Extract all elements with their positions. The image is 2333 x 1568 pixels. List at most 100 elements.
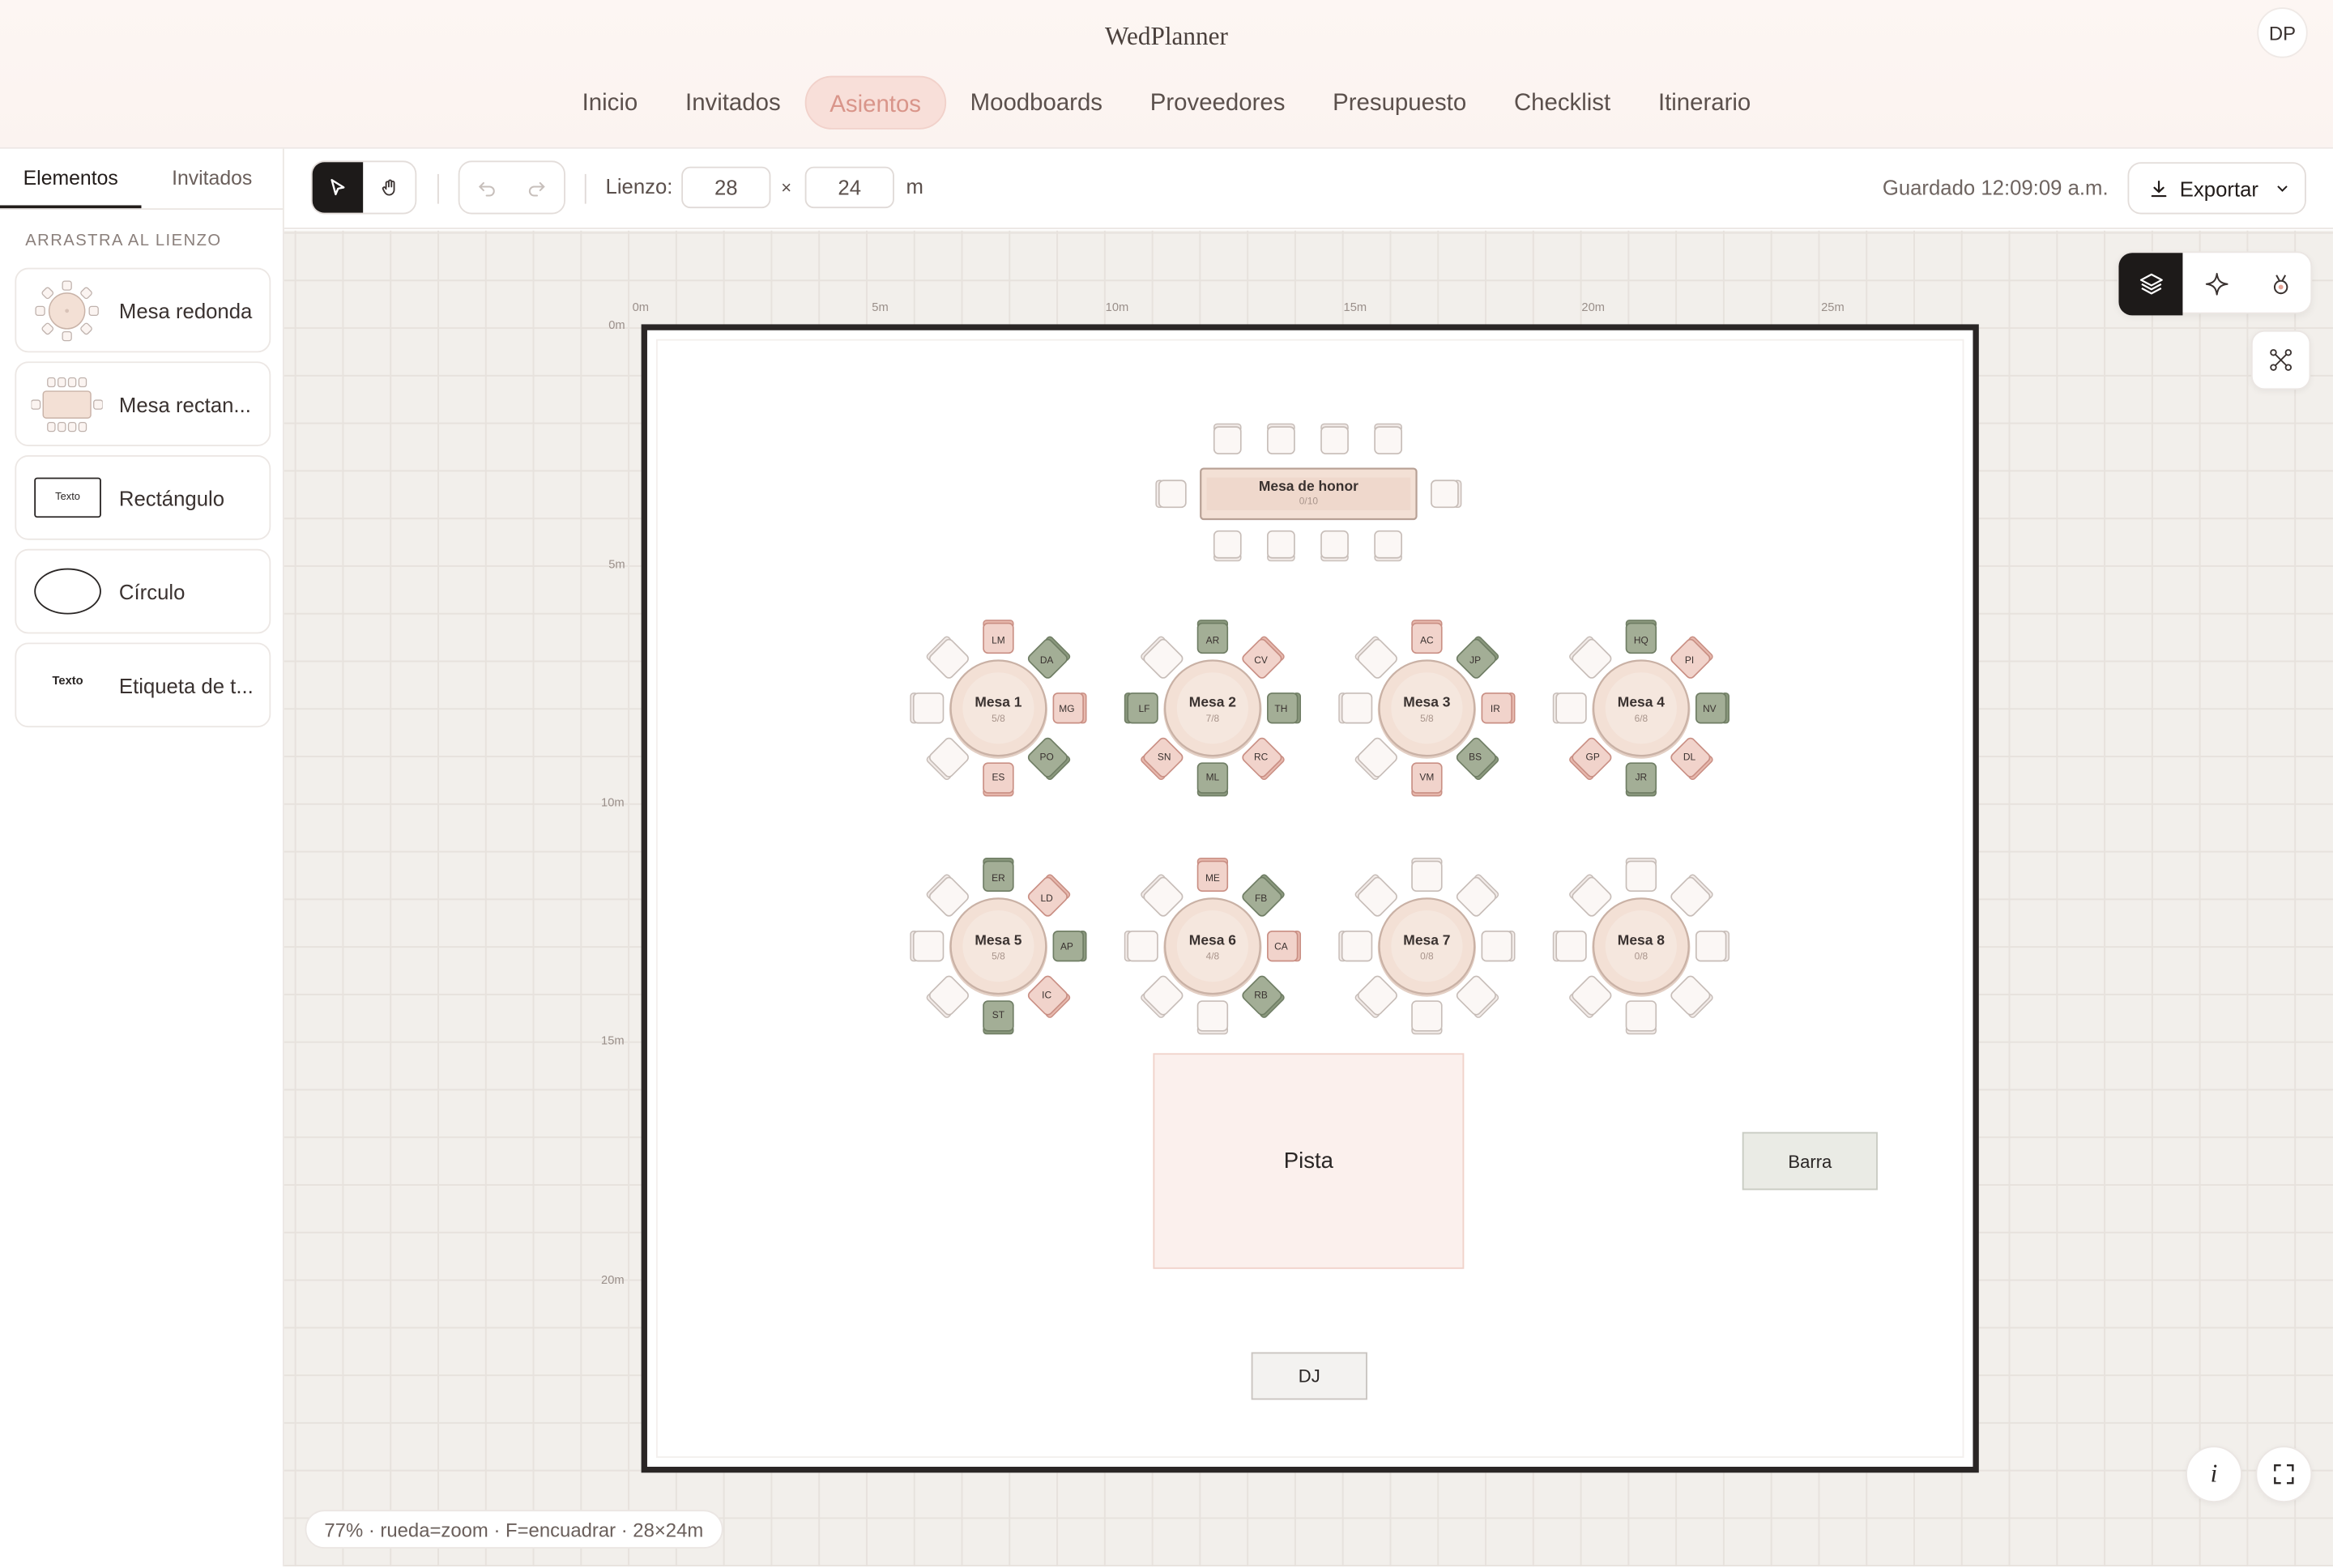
round-table[interactable]: Mesa 7 0/8	[1338, 858, 1516, 1035]
guest-initials: PI	[1685, 654, 1694, 666]
round-table[interactable]: ER LD AP IC ST Mesa 5 5/8	[910, 858, 1087, 1035]
element-text-label[interactable]: Texto Etiqueta de t...	[15, 642, 271, 728]
table-name: Mesa 2	[1189, 693, 1236, 709]
unit-label: m	[906, 173, 923, 198]
seat[interactable]	[1625, 1000, 1657, 1035]
brand-logo[interactable]: WedPlanner	[0, 23, 2333, 53]
seat[interactable]	[1338, 692, 1373, 724]
undo-button[interactable]	[461, 162, 511, 212]
seat[interactable]	[1625, 858, 1657, 893]
seat[interactable]	[1411, 858, 1443, 893]
seat[interactable]	[1267, 530, 1295, 562]
guest-initials: NV	[1703, 703, 1717, 714]
head-table[interactable]: Mesa de honor 0/10	[1155, 423, 1462, 562]
layers-button[interactable]	[2118, 253, 2183, 316]
seat[interactable]	[1354, 874, 1399, 918]
seat[interactable]	[1155, 479, 1187, 509]
round-table-icon	[35, 280, 99, 342]
seat-cushion	[928, 638, 969, 679]
seat[interactable]	[1411, 1000, 1443, 1035]
dance-floor[interactable]: Pista	[1153, 1053, 1465, 1269]
tab-invitados[interactable]: Invitados	[141, 149, 282, 208]
tab-elementos[interactable]: Elementos	[0, 149, 142, 209]
round-table[interactable]: Mesa 8 0/8	[1552, 858, 1729, 1035]
round-table[interactable]: ME FB CA RB Mesa 6 4/8	[1124, 858, 1302, 1035]
seat[interactable]	[1267, 423, 1295, 455]
seat[interactable]	[1431, 479, 1462, 509]
nav-itinerario[interactable]: Itinerario	[1635, 76, 1775, 130]
fullscreen-button[interactable]	[2255, 1446, 2313, 1503]
element-rectangle[interactable]: Texto Rectángulo	[15, 455, 271, 540]
seat-assign-button[interactable]	[2248, 253, 2312, 315]
seat[interactable]	[1455, 874, 1499, 918]
nav-moodboards[interactable]: Moodboards	[946, 76, 1126, 130]
hand-icon	[382, 179, 395, 196]
seat[interactable]	[1552, 930, 1587, 962]
table-name: Mesa 4	[1618, 693, 1665, 709]
element-circle[interactable]: Círculo	[15, 548, 271, 634]
seat[interactable]	[910, 692, 945, 724]
seat[interactable]	[1568, 874, 1613, 918]
bar-area[interactable]: Barra	[1742, 1131, 1878, 1191]
round-table[interactable]: HQ PI NV DL JR GP Mesa 4 6/8	[1552, 620, 1729, 797]
seat[interactable]	[1568, 636, 1613, 680]
guest-initials: AP	[1060, 941, 1073, 952]
dj-booth[interactable]: DJ	[1251, 1352, 1367, 1400]
seat[interactable]	[1374, 530, 1402, 562]
export-button[interactable]: Exportar	[2127, 162, 2306, 215]
select-tool-button[interactable]	[312, 162, 364, 213]
pan-tool-button[interactable]	[365, 162, 415, 212]
seat[interactable]	[1124, 930, 1158, 962]
seat[interactable]	[1213, 530, 1242, 562]
nav-checklist[interactable]: Checklist	[1491, 76, 1635, 130]
table-count: 4/8	[1206, 951, 1220, 962]
seat[interactable]	[1338, 930, 1373, 962]
nav-invitados[interactable]: Invitados	[662, 76, 804, 130]
canvas-height-input[interactable]: 24	[804, 166, 894, 209]
seat-cushion	[1481, 930, 1512, 962]
nav-proveedores[interactable]: Proveedores	[1126, 76, 1308, 130]
ai-assist-button[interactable]	[2184, 253, 2248, 315]
seat[interactable]	[1354, 636, 1399, 680]
seat[interactable]	[1196, 1000, 1229, 1035]
element-rect-table[interactable]: Mesa rectan...	[15, 361, 271, 447]
seat-cushion	[1341, 930, 1373, 962]
round-table[interactable]: AR CV TH RC ML SN LF Mesa 2 7/8	[1124, 620, 1302, 797]
round-table[interactable]: LM DA MG PO ES Mesa 1 5/8	[910, 620, 1087, 797]
seat[interactable]	[1213, 423, 1242, 455]
seat[interactable]	[1140, 874, 1184, 918]
auto-arrange-button[interactable]	[2250, 330, 2311, 390]
seat-cushion	[1374, 426, 1402, 455]
seat-cushion	[928, 876, 969, 917]
guest-initials: PO	[1040, 752, 1054, 763]
seating-canvas[interactable]: 0m 5m 10m 15m 20m 25m 0m 5m 10m 15m 20m …	[284, 230, 2333, 1567]
seat[interactable]	[910, 930, 945, 962]
round-table[interactable]: AC JP IR BS VM Mesa 3 5/8	[1338, 620, 1516, 797]
seat[interactable]	[1320, 530, 1349, 562]
table-count: 0/8	[1420, 951, 1434, 962]
seat[interactable]	[1695, 930, 1729, 962]
table-name: Mesa 1	[975, 693, 1021, 709]
redo-button[interactable]	[512, 162, 562, 212]
nav-inicio[interactable]: Inicio	[558, 76, 661, 130]
guest-initials: HQ	[1634, 634, 1648, 646]
seat[interactable]	[1320, 423, 1349, 455]
seat[interactable]	[926, 874, 970, 918]
seat[interactable]	[1481, 930, 1516, 962]
nav-asientos[interactable]: Asientos	[804, 75, 947, 130]
seat-cushion	[1320, 426, 1349, 455]
seat[interactable]	[926, 636, 970, 680]
nav-presupuesto[interactable]: Presupuesto	[1309, 76, 1491, 130]
user-avatar[interactable]: DP	[2257, 7, 2308, 58]
rectangle-icon: Texto	[34, 477, 101, 518]
guest-initials: LF	[1138, 703, 1149, 714]
canvas-width-input[interactable]: 28	[681, 166, 771, 209]
element-round-table[interactable]: Mesa redonda	[15, 267, 271, 353]
seat-cushion	[1357, 638, 1397, 679]
seat[interactable]	[1140, 636, 1184, 680]
info-button[interactable]: i	[2186, 1446, 2242, 1503]
seat[interactable]	[1552, 692, 1587, 724]
seat[interactable]	[1374, 423, 1402, 455]
seat[interactable]	[1670, 874, 1714, 918]
seat-cushion	[1357, 876, 1397, 917]
